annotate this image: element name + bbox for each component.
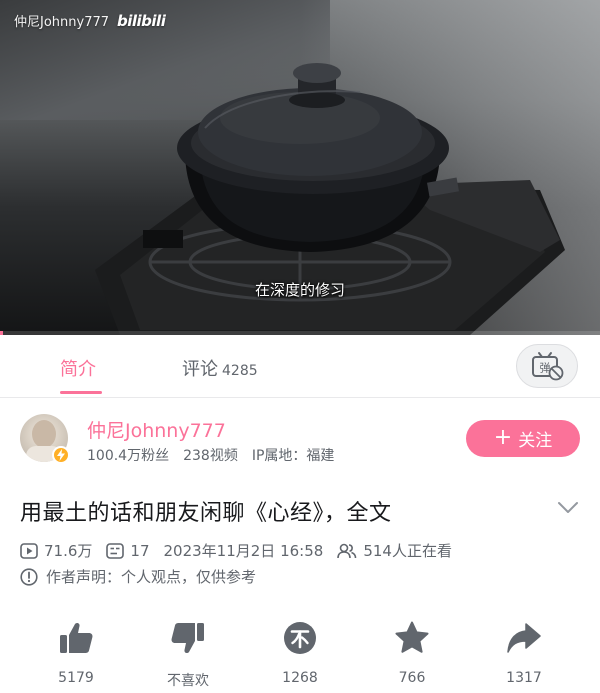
watching-now: 514人正在看	[337, 540, 452, 561]
share-button[interactable]: 1317	[474, 618, 574, 686]
dislike-label: 不喜欢	[167, 673, 209, 689]
uploader-videos: 238视频	[183, 448, 238, 464]
share-icon	[507, 623, 541, 653]
coin-icon	[284, 622, 316, 654]
video-player[interactable]: 仲尼Johnny777 bilibili 在深度的修习	[0, 0, 600, 335]
favorite-count: 766	[398, 670, 426, 686]
uploader-fans: 100.4万粉丝	[87, 448, 170, 464]
uploader-name[interactable]: 仲尼Johnny777	[87, 416, 226, 443]
coin-count: 1268	[282, 670, 318, 686]
tab-comments-label: 评论	[182, 359, 218, 380]
play-count-icon	[20, 542, 38, 559]
uploader-section: 仲尼Johnny777 100.4万粉丝 238视频 IP属地：福建 + 关注	[0, 398, 600, 478]
info-icon	[20, 567, 38, 586]
author-disclaimer-text: 作者声明：个人观点，仅供参考	[46, 568, 257, 586]
bilibili-logo: bilibili	[117, 11, 166, 30]
uploader-ip-location: IP属地：福建	[251, 448, 335, 464]
tab-bar: 简介 评论 4285 弹	[0, 335, 600, 398]
publish-time-value: 2023年11月2日 16:58	[163, 542, 324, 560]
active-tab-indicator	[60, 391, 102, 394]
danmaku-count-value: 17	[130, 541, 150, 560]
danmaku-count-icon	[106, 542, 125, 559]
follow-button[interactable]: + 关注	[466, 420, 580, 457]
thumbs-up-icon	[60, 622, 93, 653]
danmaku-toggle-button[interactable]: 弹	[516, 344, 578, 388]
lightning-icon	[57, 449, 65, 461]
star-icon	[395, 621, 429, 653]
dislike-button[interactable]: 不喜欢	[138, 618, 238, 690]
watermark-user: 仲尼Johnny777	[14, 15, 110, 30]
verified-badge-icon	[52, 446, 70, 464]
coin-button[interactable]: 1268	[250, 618, 350, 686]
action-bar: 5179 不喜欢 1268 766 1317	[0, 612, 600, 693]
danmaku-count: 17	[106, 541, 150, 560]
watching-now-value: 514人正在看	[363, 542, 452, 560]
like-button[interactable]: 5179	[26, 618, 126, 686]
video-title: 用最土的话和朋友闲聊《心经》，全文	[20, 501, 392, 526]
video-watermark: 仲尼Johnny777 bilibili	[14, 11, 166, 31]
share-count: 1317	[506, 670, 542, 686]
plus-icon: +	[493, 424, 513, 450]
avatar-head	[32, 420, 56, 448]
chevron-down-icon[interactable]	[556, 498, 580, 518]
favorite-button[interactable]: 766	[362, 618, 462, 686]
like-count: 5179	[58, 670, 94, 686]
tab-comments[interactable]: 评论 4285	[182, 355, 258, 381]
view-count-value: 71.6万	[44, 542, 93, 560]
comments-count: 4285	[222, 363, 258, 379]
follow-label: 关注	[518, 431, 553, 451]
publish-time: 2023年11月2日 16:58	[164, 540, 324, 561]
danmaku-toggle-icon: 弹	[532, 352, 564, 381]
video-meta: 71.6万 17 2023年11月2日 16:58 514人正在看	[20, 540, 466, 561]
thumbs-down-icon	[171, 623, 204, 654]
video-subtitle: 在深度的修习	[254, 281, 345, 299]
view-count: 71.6万	[20, 540, 92, 561]
tab-intro[interactable]: 简介	[60, 355, 96, 381]
people-icon	[337, 543, 357, 558]
tab-intro-label: 简介	[60, 359, 96, 380]
uploader-stats: 100.4万粉丝 238视频 IP属地：福建	[87, 445, 334, 465]
author-disclaimer: 作者声明：个人观点，仅供参考	[20, 566, 256, 587]
